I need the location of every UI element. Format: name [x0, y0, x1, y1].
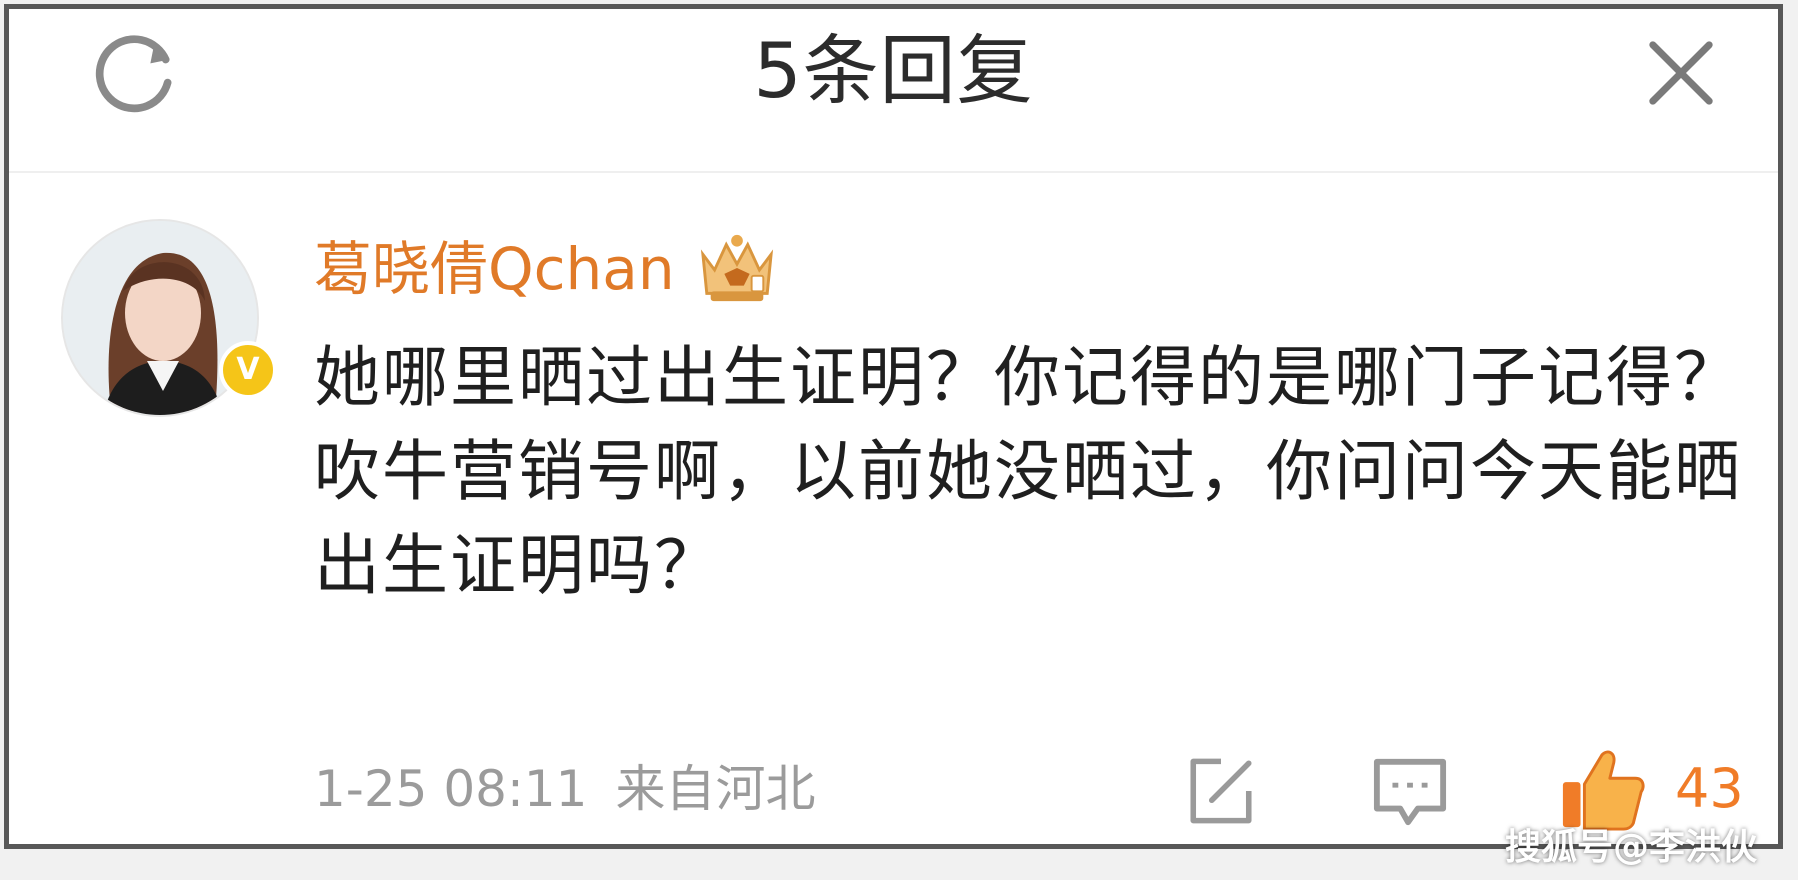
repost-icon[interactable] — [1184, 754, 1258, 828]
avatar-container[interactable]: V — [61, 219, 277, 417]
username-row: 葛晓倩Qchan — [314, 224, 781, 314]
comment-location: 来自河北 — [615, 760, 816, 818]
watermark-text: 搜狐号@李洪伙 — [1505, 827, 1758, 868]
comment-text: 她哪里晒过出生证明？你记得的是哪门子记得？吹牛营销号啊，以前她没晒过，你问问今天… — [314, 339, 1742, 604]
close-icon[interactable] — [1637, 29, 1725, 117]
dialog-header: 5条回复 — [9, 9, 1778, 173]
username[interactable]: 葛晓倩Qchan — [314, 224, 675, 314]
comment-icon[interactable] — [1371, 754, 1449, 830]
comment-timestamp: 1-25 08:11 — [314, 760, 588, 818]
vip-crown-icon[interactable] — [693, 231, 781, 307]
dialog-title: 5条回复 — [753, 26, 1034, 115]
verified-badge-icon: V — [219, 341, 277, 399]
reply-dialog: 5条回复 V 葛晓倩Qchan 她哪里晒过出生证明？你记得的是哪门子记得？吹牛营… — [4, 4, 1783, 849]
comment-meta: 1-25 08:11 来自河北 — [314, 744, 815, 834]
